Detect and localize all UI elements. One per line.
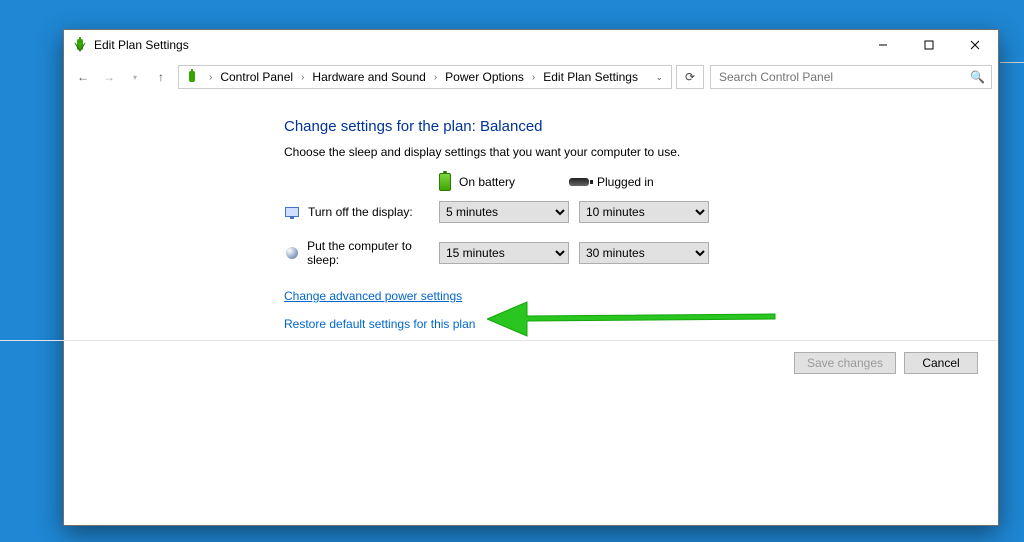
- display-plugged-select[interactable]: 10 minutes: [579, 201, 709, 223]
- app-icon: [72, 37, 88, 53]
- sleep-battery-select[interactable]: 15 minutes: [439, 242, 569, 264]
- sleep-label: Put the computer to sleep:: [307, 239, 439, 267]
- refresh-button[interactable]: ⟳: [676, 65, 704, 89]
- address-history-dropdown[interactable]: ⌄: [651, 72, 667, 83]
- window: Edit Plan Settings ← → ▾ ↑ › Control Pan…: [63, 29, 999, 526]
- sleep-plugged-select[interactable]: 30 minutes: [579, 242, 709, 264]
- advanced-power-settings-link[interactable]: Change advanced power settings: [284, 289, 462, 303]
- monitor-icon: [284, 204, 300, 220]
- crumb-control-panel[interactable]: Control Panel: [218, 68, 295, 86]
- crumb-power-options[interactable]: Power Options: [443, 68, 526, 86]
- page-description: Choose the sleep and display settings th…: [284, 145, 998, 159]
- chevron-right-icon[interactable]: ›: [209, 72, 212, 83]
- column-on-battery: On battery: [439, 173, 569, 191]
- search-input[interactable]: [717, 69, 970, 85]
- chevron-right-icon[interactable]: ›: [532, 72, 535, 83]
- row-label: Put the computer to sleep:: [284, 239, 439, 267]
- action-buttons: Save changes Cancel: [794, 352, 978, 374]
- row-sleep: Put the computer to sleep: 15 minutes 30…: [284, 239, 998, 267]
- on-battery-label: On battery: [459, 175, 515, 189]
- chevron-right-icon[interactable]: ›: [301, 72, 304, 83]
- restore-defaults-link[interactable]: Restore default settings for this plan: [284, 317, 475, 331]
- row-label: Turn off the display:: [284, 204, 439, 220]
- recent-dropdown[interactable]: ▾: [124, 66, 146, 88]
- plugged-in-label: Plugged in: [597, 175, 654, 189]
- address-icon: [183, 69, 201, 85]
- minimize-button[interactable]: [860, 30, 906, 60]
- forward-button[interactable]: →: [98, 66, 120, 88]
- titlebar: Edit Plan Settings: [64, 30, 998, 60]
- display-battery-select[interactable]: 5 minutes: [439, 201, 569, 223]
- battery-icon: [439, 173, 451, 191]
- moon-icon: [284, 245, 299, 261]
- column-plugged-in: Plugged in: [569, 175, 699, 189]
- cancel-button[interactable]: Cancel: [904, 352, 978, 374]
- address-bar[interactable]: › Control Panel › Hardware and Sound › P…: [178, 65, 672, 89]
- chevron-right-icon[interactable]: ›: [434, 72, 437, 83]
- search-box[interactable]: 🔍: [710, 65, 992, 89]
- row-turn-off-display: Turn off the display: 5 minutes 10 minut…: [284, 201, 998, 223]
- maximize-button[interactable]: [906, 30, 952, 60]
- up-button[interactable]: ↑: [150, 66, 172, 88]
- page-heading: Change settings for the plan: Balanced: [284, 118, 998, 135]
- column-headers: On battery Plugged in: [284, 173, 998, 191]
- display-label: Turn off the display:: [308, 205, 413, 219]
- crumb-hardware-sound[interactable]: Hardware and Sound: [310, 68, 427, 86]
- search-icon[interactable]: 🔍: [970, 70, 985, 84]
- close-button[interactable]: [952, 30, 998, 60]
- window-title: Edit Plan Settings: [94, 38, 189, 52]
- window-controls: [860, 30, 998, 60]
- plug-icon: [569, 178, 589, 186]
- save-button[interactable]: Save changes: [794, 352, 896, 374]
- content-area: Change settings for the plan: Balanced C…: [64, 94, 998, 339]
- nav-bar: ← → ▾ ↑ › Control Panel › Hardware and S…: [64, 60, 998, 94]
- stray-border: [1000, 62, 1024, 63]
- separator: [0, 340, 998, 341]
- crumb-edit-plan[interactable]: Edit Plan Settings: [541, 68, 640, 86]
- back-button[interactable]: ←: [72, 66, 94, 88]
